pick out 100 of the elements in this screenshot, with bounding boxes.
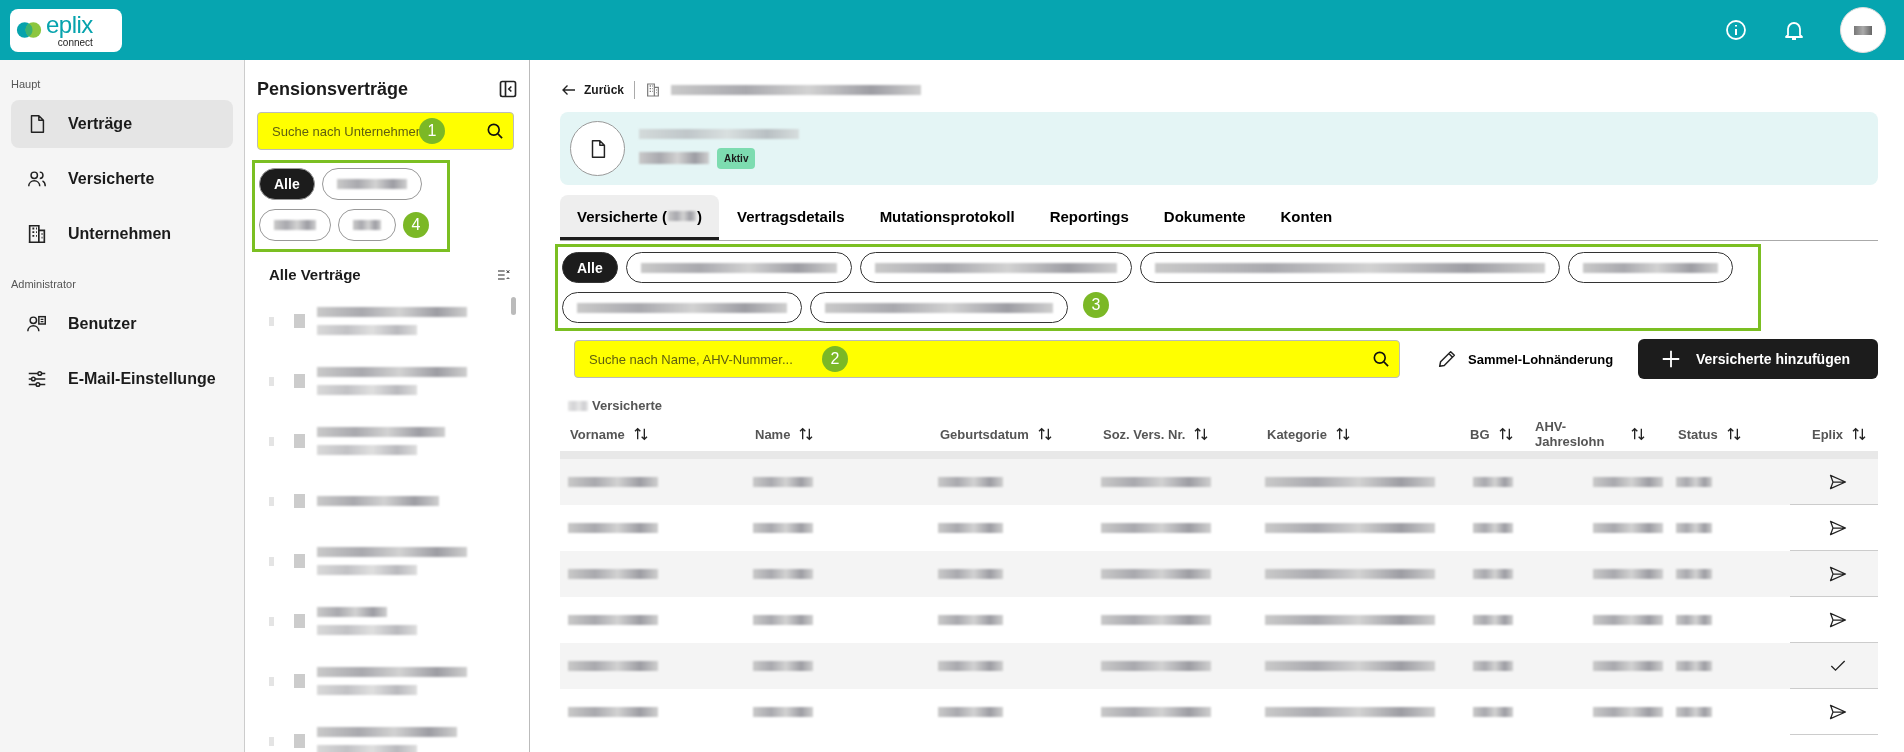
filter-chip[interactable] xyxy=(562,292,802,323)
redacted-text xyxy=(1473,477,1513,487)
column-header: Geburtsdatum xyxy=(940,426,1029,442)
redacted-icon xyxy=(294,674,305,688)
tab[interactable]: Dokumente xyxy=(1146,195,1263,240)
logo[interactable]: eplix connect xyxy=(10,8,122,52)
sort-icon[interactable] xyxy=(1193,426,1210,442)
sort-icon[interactable] xyxy=(1725,426,1742,442)
redacted-text xyxy=(1593,707,1663,717)
redacted-text xyxy=(753,661,813,671)
tab[interactable]: Reportings xyxy=(1032,195,1146,240)
redacted-text xyxy=(753,615,813,625)
nav-item[interactable]: Verträge xyxy=(11,100,233,148)
step-marker: 4 xyxy=(403,212,429,238)
redacted-icon xyxy=(294,494,305,508)
redacted-text xyxy=(938,569,1003,579)
nav-item[interactable]: E-Mail-Einstellunge xyxy=(11,355,233,403)
column-header: Soz. Vers. Nr. xyxy=(1103,426,1186,442)
filter-chip[interactable]: Alle xyxy=(259,168,315,200)
redacted-text xyxy=(1593,523,1663,533)
column-header: Kategorie xyxy=(1267,426,1327,442)
filter-chip[interactable] xyxy=(1567,252,1733,283)
redacted-mark xyxy=(269,436,274,446)
logo-subtitle: connect xyxy=(57,37,93,48)
redacted-text xyxy=(1676,523,1712,533)
search-icon[interactable] xyxy=(485,121,505,141)
redacted-icon xyxy=(294,734,305,748)
plus-icon xyxy=(1660,348,1682,370)
section-label: Haupt xyxy=(11,78,42,90)
column-header: BG xyxy=(1470,426,1490,442)
sort-icon[interactable] xyxy=(1497,426,1514,442)
column-header: AHV-Jahreslohn xyxy=(1535,419,1605,449)
filter-chip[interactable]: Alle xyxy=(562,252,618,283)
nav-item[interactable]: Versicherte xyxy=(11,155,233,203)
redacted-text xyxy=(938,661,1003,671)
redacted-text xyxy=(1676,569,1712,579)
logo-mark-icon xyxy=(16,19,42,41)
redacted-text xyxy=(1593,477,1663,487)
redacted-text xyxy=(1593,661,1663,671)
redacted-text xyxy=(938,477,1003,487)
building-icon xyxy=(645,82,661,98)
collapse-panel-icon[interactable] xyxy=(498,79,518,99)
redacted-icon xyxy=(294,314,305,328)
bulk-edit-button[interactable]: Sammel-Lohnänderung xyxy=(1430,342,1620,376)
filter-chip[interactable] xyxy=(625,252,852,283)
redacted-text xyxy=(317,607,387,617)
sort-icon[interactable] xyxy=(1036,426,1053,442)
sort-icon[interactable] xyxy=(1334,426,1351,442)
section-label: Administrator xyxy=(11,278,77,290)
redacted-text xyxy=(274,220,316,230)
sort-icon[interactable] xyxy=(1630,426,1646,442)
tab[interactable]: Mutationsprotokoll xyxy=(862,195,1032,240)
status-badge: Aktiv xyxy=(717,147,756,169)
redacted-text xyxy=(353,220,381,230)
search-icon[interactable] xyxy=(1371,349,1391,369)
scrollbar[interactable] xyxy=(511,297,516,315)
info-icon[interactable] xyxy=(1724,18,1748,42)
column-header: Eplix xyxy=(1812,426,1844,442)
filter-chip[interactable] xyxy=(1139,252,1560,283)
tab[interactable]: Vertragsdetails xyxy=(720,195,862,240)
redacted-text xyxy=(1473,707,1513,717)
tab[interactable]: Versicherte ( ) xyxy=(560,195,720,240)
filter-chip[interactable] xyxy=(859,252,1132,283)
redacted-text xyxy=(1593,569,1663,579)
redacted-icon xyxy=(294,614,305,628)
sort-icon[interactable] xyxy=(1851,426,1868,442)
redacted-text xyxy=(753,569,813,579)
redacted-text xyxy=(1676,661,1712,671)
redacted-text xyxy=(668,211,697,221)
panel-title: Pensionsverträge xyxy=(257,78,409,100)
result-count: Versicherte xyxy=(592,398,663,413)
step-marker: 3 xyxy=(1083,292,1109,318)
redacted-mark xyxy=(269,376,274,386)
redacted-text xyxy=(1473,523,1513,533)
redacted-mark xyxy=(269,676,274,686)
list-title: Alle Verträge xyxy=(269,266,361,283)
redacted-text xyxy=(1676,477,1712,487)
add-button[interactable]: Versicherte hinzufügen xyxy=(1638,339,1878,379)
redacted-text xyxy=(753,477,813,487)
pencil-icon xyxy=(1436,348,1458,370)
building-icon xyxy=(26,223,48,245)
column-header: Name xyxy=(755,426,791,442)
redacted-text xyxy=(753,523,813,533)
avatar-initials-redacted xyxy=(1854,25,1872,35)
sort-icon[interactable] xyxy=(632,426,649,442)
nav-item[interactable]: Benutzer xyxy=(11,300,233,348)
redacted-text xyxy=(1473,615,1513,625)
sliders-icon xyxy=(26,368,48,390)
redacted-mark xyxy=(269,316,274,326)
redacted-text xyxy=(938,615,1003,625)
nav-item[interactable]: Unternehmen xyxy=(11,210,233,258)
avatar[interactable] xyxy=(1840,7,1886,53)
redacted-text xyxy=(639,152,709,164)
redacted-text xyxy=(938,707,1003,717)
sort-icon[interactable] xyxy=(798,426,815,442)
logo-wordmark: eplix xyxy=(46,12,93,37)
tab[interactable]: Konten xyxy=(1263,195,1350,240)
back-link[interactable]: Zurück xyxy=(560,81,624,99)
redacted-mark xyxy=(269,496,274,506)
filter-chip[interactable] xyxy=(810,292,1068,323)
